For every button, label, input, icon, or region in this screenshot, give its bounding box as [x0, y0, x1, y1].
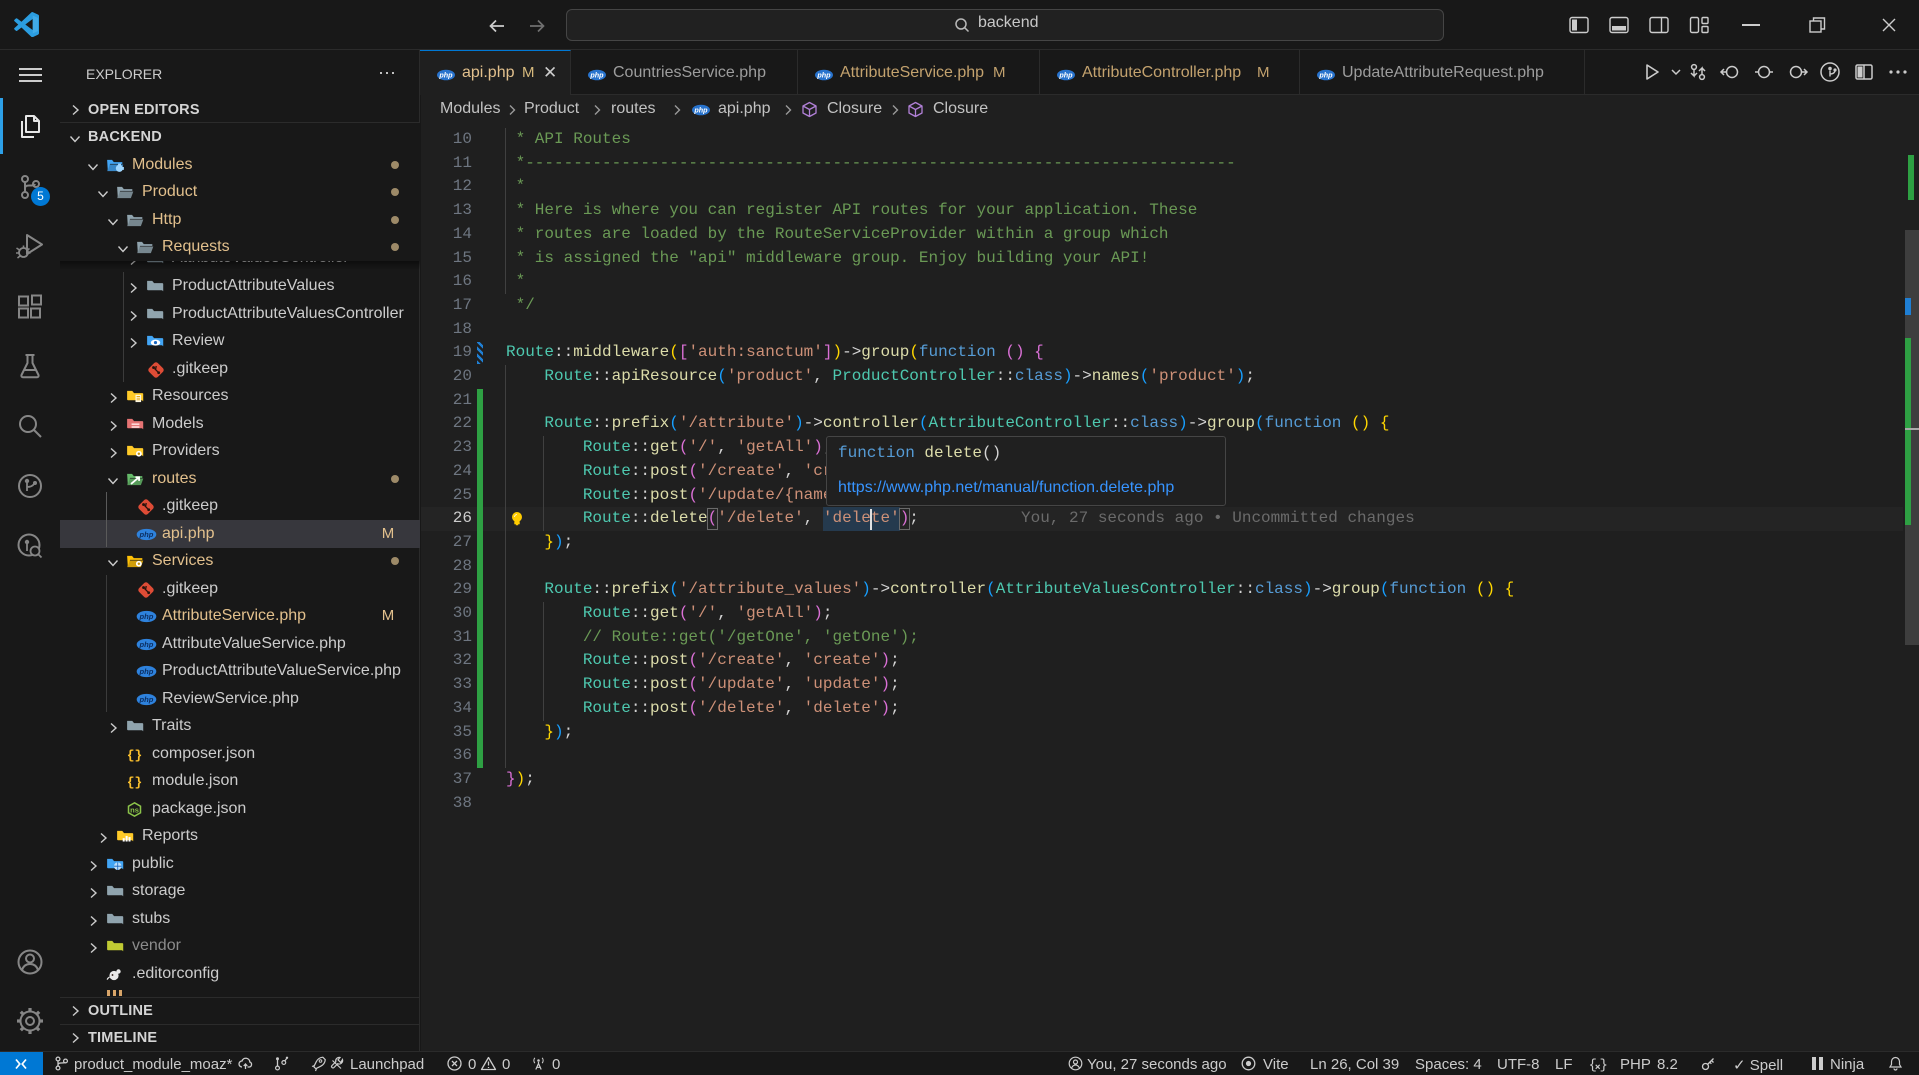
svg-text:php: php — [1058, 71, 1073, 80]
svg-text:php: php — [693, 106, 708, 115]
svg-text:php: php — [816, 71, 831, 80]
svg-text:php: php — [1318, 71, 1333, 80]
svg-text:php: php — [438, 71, 453, 80]
svg-text:}: } — [1600, 1058, 1608, 1073]
svg-text:php: php — [139, 530, 154, 539]
svg-text:php: php — [139, 667, 154, 676]
svg-text:php: php — [139, 640, 154, 649]
svg-text:php: php — [139, 612, 154, 621]
svg-text:php: php — [589, 71, 604, 80]
svg-text:{}: {} — [127, 748, 143, 763]
svg-text:php: php — [139, 695, 154, 704]
svg-text:{}: {} — [127, 775, 143, 790]
svg-text:{: { — [1589, 1058, 1597, 1073]
svg-text:ns: ns — [130, 805, 139, 814]
